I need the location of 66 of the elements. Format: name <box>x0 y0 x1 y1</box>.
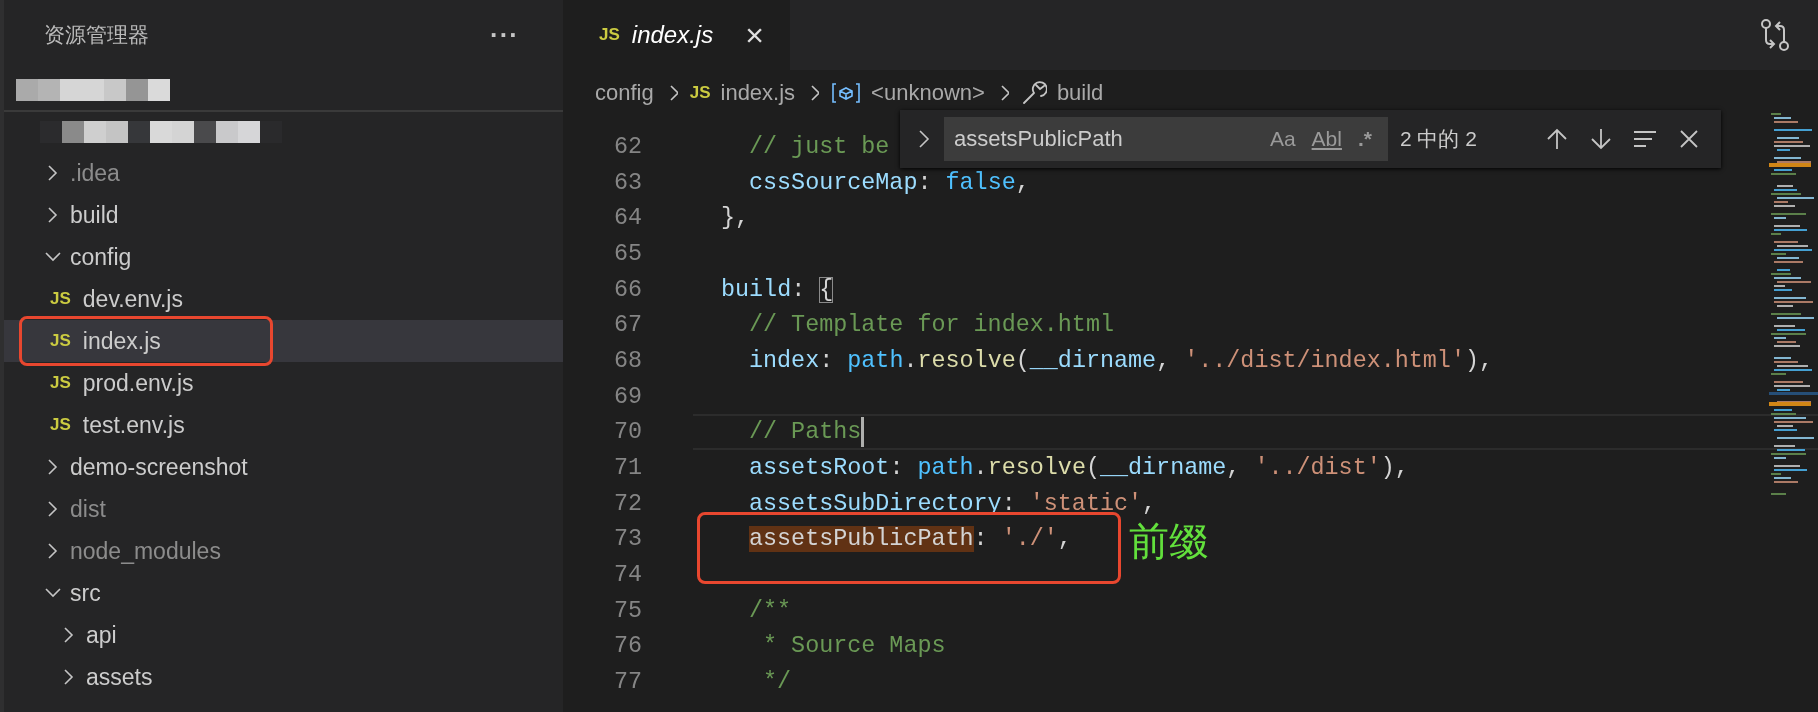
js-file-icon: JS <box>50 331 71 351</box>
regex-toggle[interactable]: .* <box>1351 127 1378 151</box>
folder-item[interactable]: config <box>4 236 563 278</box>
folder-item[interactable]: assets <box>4 656 563 698</box>
line-number: 77 <box>612 669 642 696</box>
line-number: 71 <box>612 455 642 482</box>
js-file-icon: JS <box>599 25 620 45</box>
whole-word-toggle[interactable]: Abl <box>1305 127 1348 151</box>
line-number: 65 <box>612 240 642 267</box>
js-file-icon: JS <box>50 415 71 435</box>
file-item[interactable]: JS dev.env.js <box>4 278 563 320</box>
breadcrumb-item[interactable]: config <box>595 79 654 106</box>
breadcrumb-item[interactable]: index.js <box>720 79 796 106</box>
folder-item[interactable]: build <box>4 194 563 236</box>
code-line: assetsRoot: path.resolve(__dirname, '../dist'), <box>748 454 1409 484</box>
close-tab-button[interactable]: × <box>741 19 768 51</box>
js-file-icon: JS <box>50 373 71 393</box>
code-line: * Source Maps <box>762 632 946 662</box>
breadcrumb-item[interactable]: <unknown> <box>871 79 985 106</box>
line-number: 74 <box>612 562 642 589</box>
line-number: 75 <box>612 597 642 624</box>
line-number: 66 <box>612 276 642 303</box>
wrench-icon <box>1020 79 1047 106</box>
line-number: 69 <box>612 383 642 410</box>
match-count: 2 中的 2 <box>1400 126 1477 152</box>
folder-item[interactable]: api <box>4 614 563 656</box>
code-line: }, <box>720 204 750 234</box>
folder-item[interactable]: src <box>4 572 563 614</box>
line-number: 64 <box>612 205 642 232</box>
js-file-icon: JS <box>50 289 71 309</box>
more-actions-button[interactable]: ··· <box>486 19 523 51</box>
folder-item[interactable]: node_modules <box>4 530 563 572</box>
line-number: 72 <box>612 490 642 517</box>
line-number: 76 <box>612 633 642 660</box>
folder-item[interactable]: demo-screenshot <box>4 446 563 488</box>
code-line: assetsSubDirectory: 'static', <box>748 489 1157 519</box>
tab-label: index.js <box>631 21 714 49</box>
folder-item[interactable]: .idea <box>4 152 563 194</box>
compare-changes-icon[interactable] <box>1760 18 1790 52</box>
arrow-up-icon[interactable] <box>1545 127 1569 151</box>
annotation-note: 前缀 <box>1129 517 1209 565</box>
panel-title: 资源管理器 <box>44 22 149 48</box>
code-line: build: { <box>720 275 834 305</box>
line-number: 62 <box>612 133 642 160</box>
line-number: 70 <box>612 419 642 446</box>
folder-item[interactable]: dist <box>4 488 563 530</box>
code-line: cssSourceMap: false, <box>748 168 1030 198</box>
file-item[interactable]: JS test.env.js <box>4 404 563 446</box>
breadcrumb-item[interactable]: build <box>1056 79 1104 106</box>
editor-tab[interactable]: JS index.js × <box>563 0 790 70</box>
cube-icon <box>831 81 862 104</box>
code-line: // Paths <box>693 414 1818 451</box>
code-line: index: path.resolve(__dirname, '../dist/index.html'), <box>748 346 1493 376</box>
arrow-down-icon[interactable] <box>1589 127 1613 151</box>
match-case-toggle[interactable]: Aa <box>1263 127 1302 151</box>
code-line: /** <box>748 596 792 626</box>
code-line: // Template for index.html <box>748 311 1114 341</box>
search-field[interactable]: assetsPublicPath Aa Abl .* <box>944 117 1388 161</box>
file-item[interactable]: JS prod.env.js <box>4 362 563 404</box>
js-file-icon: JS <box>689 82 711 103</box>
line-number: 67 <box>612 312 642 339</box>
code-line: */ <box>762 668 792 698</box>
code-line: // just be <box>748 132 890 162</box>
line-number: 63 <box>612 169 642 196</box>
line-number: 73 <box>612 526 642 553</box>
line-number: 68 <box>612 347 642 374</box>
